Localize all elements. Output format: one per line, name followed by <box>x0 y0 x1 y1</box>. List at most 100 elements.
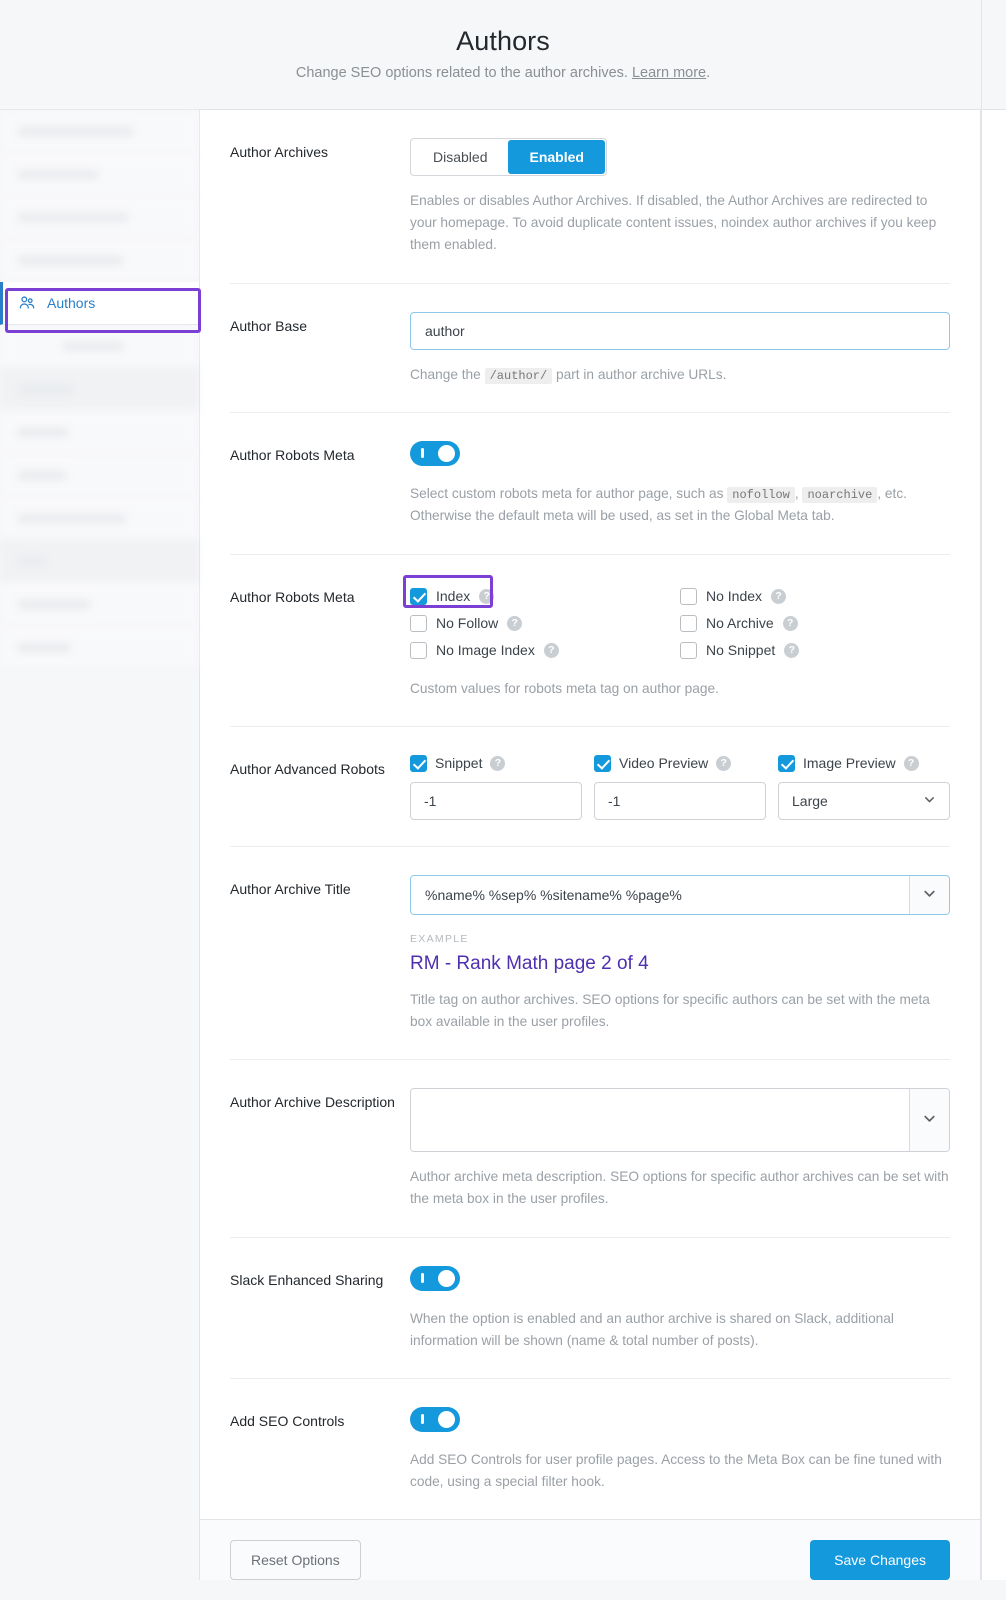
row-author-archive-description: Author Archive Description Author archiv… <box>230 1060 950 1238</box>
author-base-input[interactable] <box>410 311 950 350</box>
help-icon[interactable]: ? <box>771 588 787 604</box>
video-preview-head[interactable]: Video Preview ? <box>594 754 766 772</box>
row-add-seo-controls: Add SEO Controls Add SEO Controls for us… <box>230 1379 950 1519</box>
reset-options-button[interactable]: Reset Options <box>230 1540 361 1581</box>
snippet-label: Snippet <box>435 755 483 772</box>
chevron-down-icon <box>922 886 937 904</box>
author-archive-description-dropdown-button[interactable] <box>909 1089 949 1152</box>
sidebar-placeholder-bar <box>63 341 123 351</box>
sidebar-item-blurred[interactable] <box>0 153 199 196</box>
chevron-down-icon <box>923 793 936 809</box>
video-preview-label: Video Preview <box>619 755 709 772</box>
author-robots-meta-toggle[interactable] <box>410 441 460 466</box>
desc-author-archives: Enables or disables Author Archives. If … <box>410 193 937 253</box>
settings-panel: Author Archives Disabled Enabled Enables… <box>200 110 981 1600</box>
help-icon[interactable]: ? <box>903 755 919 771</box>
save-changes-button[interactable]: Save Changes <box>810 1540 950 1581</box>
field-author-robots-meta-toggle: Select custom robots meta for author pag… <box>410 441 950 528</box>
checkbox-row-no-snippet[interactable]: No Snippet ? <box>680 637 950 664</box>
desc-author-base: Change the /author/ part in author archi… <box>410 364 950 386</box>
field-author-archive-title: EXAMPLE RM - Rank Math page 2 of 4 Title… <box>410 874 950 1033</box>
right-rail-header <box>982 0 1006 110</box>
row-author-archives: Author Archives Disabled Enabled Enables… <box>230 110 950 284</box>
settings-form: Author Archives Disabled Enabled Enables… <box>200 110 980 1519</box>
noarchive-code: noarchive <box>802 487 878 503</box>
label-author-archives: Author Archives <box>230 144 329 160</box>
sidebar-item-blurred[interactable] <box>0 196 199 239</box>
checkbox-row-index[interactable]: Index ? <box>410 583 680 610</box>
no-archive-checkbox[interactable] <box>680 614 697 632</box>
author-archive-title-dropdown-button[interactable] <box>909 875 949 914</box>
label-author-advanced-robots: Author Advanced Robots <box>230 760 385 777</box>
checkbox-row-no-follow[interactable]: No Follow ? <box>410 610 680 637</box>
sidebar-placeholder-bar <box>18 470 66 480</box>
sidebar-item-blurred[interactable] <box>0 497 199 540</box>
author-archives-toggle-group[interactable]: Disabled Enabled <box>410 138 607 176</box>
video-preview-input[interactable] <box>594 781 766 820</box>
no-index-checkbox[interactable] <box>680 587 697 605</box>
page-header: Authors Change SEO options related to th… <box>0 0 1006 110</box>
sidebar-item-blurred[interactable] <box>0 325 199 368</box>
sidebar-item-blurred[interactable] <box>0 583 199 626</box>
author-archives-disabled-button[interactable]: Disabled <box>412 140 508 174</box>
slack-enhanced-sharing-toggle[interactable] <box>410 1265 460 1291</box>
image-preview-select[interactable]: Large <box>778 781 950 820</box>
no-snippet-checkbox[interactable] <box>680 641 697 659</box>
add-seo-controls-toggle[interactable] <box>410 1406 460 1432</box>
sidebar-item-blurred[interactable] <box>0 454 199 497</box>
no-follow-checkbox[interactable] <box>410 614 427 632</box>
sidebar-item-authors[interactable]: Authors <box>0 282 199 325</box>
help-icon[interactable]: ? <box>543 642 559 658</box>
row-author-robots-meta-checks: Author Robots Meta Index ? No Follow ? N… <box>230 555 950 727</box>
robots-meta-right-column: No Index ? No Archive ? No Snippet ? <box>680 583 950 664</box>
sidebar-item-blurred[interactable] <box>0 239 199 282</box>
author-archive-description-textarea[interactable] <box>411 1089 909 1152</box>
help-icon[interactable]: ? <box>507 615 523 631</box>
label-author-base: Author Base <box>230 317 308 334</box>
help-icon[interactable]: ? <box>490 755 506 771</box>
sidebar-item-blurred[interactable] <box>0 110 199 153</box>
page-subtitle: Change SEO options related to the author… <box>0 65 1006 81</box>
page-subtitle-text: Change SEO options related to the author… <box>295 65 632 81</box>
row-slack-enhanced-sharing: Slack Enhanced Sharing When the option i… <box>230 1238 950 1379</box>
snippet-input[interactable] <box>410 781 582 820</box>
row-author-base: Author Base Change the /author/ part in … <box>230 284 950 413</box>
image-preview-label: Image Preview <box>803 755 896 772</box>
index-checkbox[interactable] <box>410 587 427 605</box>
bottom-strip <box>0 1580 1006 1600</box>
toggle-knob <box>438 1269 455 1287</box>
field-slack-enhanced-sharing: When the option is enabled and an author… <box>410 1265 950 1352</box>
field-author-archive-description: Author archive meta description. SEO opt… <box>410 1088 950 1210</box>
learn-more-link[interactable]: Learn more <box>632 65 706 81</box>
help-icon[interactable]: ? <box>782 615 798 631</box>
author-archive-title-input[interactable] <box>411 875 909 914</box>
sidebar-group-blurred <box>0 540 199 583</box>
checkbox-row-no-index[interactable]: No Index ? <box>680 583 950 610</box>
sidebar-placeholder-bar <box>18 255 123 265</box>
image-preview-head[interactable]: Image Preview ? <box>778 754 950 772</box>
snippet-checkbox[interactable] <box>410 754 427 772</box>
checkbox-row-no-image-index[interactable]: No Image Index ? <box>410 637 680 664</box>
help-icon[interactable]: ? <box>784 642 800 658</box>
author-archives-enabled-button[interactable]: Enabled <box>508 140 605 174</box>
no-image-index-checkbox[interactable] <box>410 641 427 659</box>
checkbox-row-no-archive[interactable]: No Archive ? <box>680 610 950 637</box>
image-preview-checkbox[interactable] <box>778 754 795 772</box>
no-archive-label: No Archive <box>706 615 774 632</box>
help-icon[interactable]: ? <box>716 755 732 771</box>
toggle-bar <box>421 1413 424 1424</box>
sidebar-placeholder-bar <box>18 126 133 136</box>
sidebar-item-blurred[interactable] <box>0 411 199 454</box>
example-text: RM - Rank Math page 2 of 4 <box>410 952 649 974</box>
help-icon[interactable]: ? <box>479 588 495 604</box>
sidebar-placeholder-bar <box>18 384 73 394</box>
sidebar-item-authors-label: Authors <box>47 295 96 311</box>
toggle-knob <box>438 445 455 462</box>
sidebar-item-blurred[interactable] <box>0 626 199 669</box>
video-preview-checkbox[interactable] <box>594 754 611 772</box>
desc-author-base-before: Change the <box>410 366 485 382</box>
index-label: Index <box>436 588 471 605</box>
snippet-head[interactable]: Snippet ? <box>410 754 582 772</box>
advanced-robots-snippet: Snippet ? <box>410 754 582 820</box>
sidebar-placeholder-bar <box>18 599 90 609</box>
